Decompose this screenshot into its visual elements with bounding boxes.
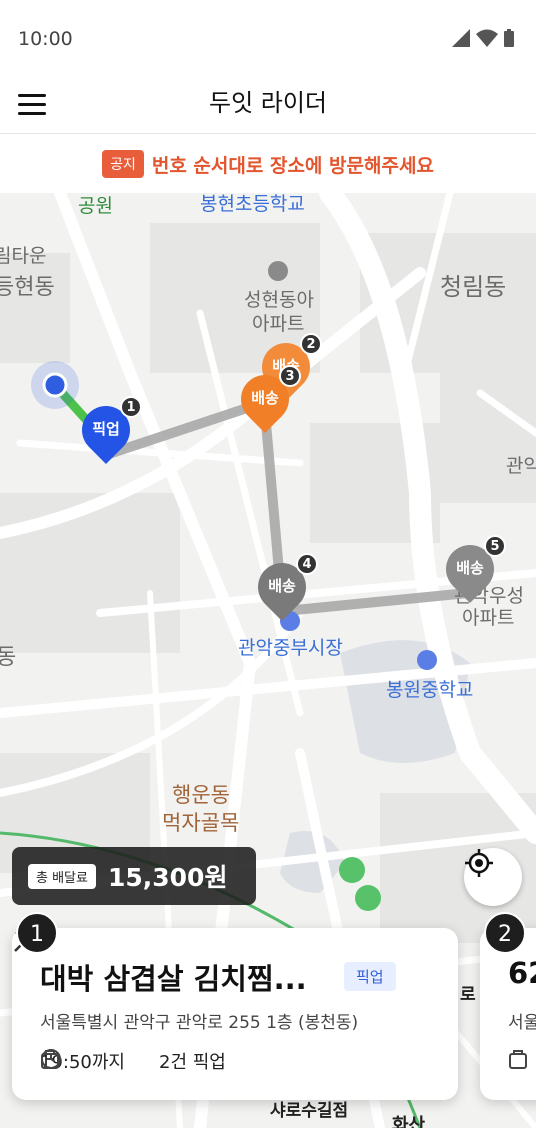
map-label-seonghyeon-apt-1: 성현동아 [244,289,314,311]
map-label-bonghyeon-school: 봉현초등학교 [200,193,305,215]
signal-icon [452,29,470,47]
map-label-gwanak-right: 관악 [506,455,536,477]
map-label-haengun-1: 행운동 [172,783,230,807]
route-pin-5[interactable]: 배송 5 [436,535,506,605]
map-label-seonghyeon-apt-2: 아파트 [252,313,305,335]
pickup-tag: 픽업 [344,962,396,991]
map-label-gwanak-apt-2: 아파트 [462,607,515,629]
map-label-bongwon-school: 봉원중학교 [386,679,474,701]
order-card-1[interactable]: 대박 삼겹살 김치찜... 픽업 서울특별시 관악구 관악로 255 1층 (봉… [12,928,458,1100]
page-title: 두잇 라이더 [208,89,328,117]
crosshair-icon [465,849,493,877]
map-label-ro: 로 [460,985,476,1005]
total-fee-chip: 총 배달료 15,300원 [12,847,256,905]
my-location-button[interactable] [464,848,522,906]
status-icons [452,29,514,47]
battery-icon [504,29,514,47]
map-label-park: 공원 [78,195,113,217]
map-label-sharosu: 샤로수길점 [270,1101,349,1121]
route-pin-4[interactable]: 배송 4 [248,553,318,623]
route-map[interactable]: 공원 봉현초등학교 림타운 등현동 성현동아 아파트 청림동 관악 관악중부시장… [0,193,536,1128]
order-card-meta: 19:50까지 2건 픽업 [40,1048,226,1074]
order-card-2[interactable]: 62 서울 [480,928,536,1100]
app-header: 두잇 라이더 [0,78,536,134]
order-card-number-2: 2 [484,912,526,954]
order-card-address: 서울특별시 관악구 관악로 255 1층 (봉천동) [40,1013,359,1033]
bag-icon [41,1050,59,1069]
status-bar: 10:00 [0,0,536,78]
total-fee-label: 총 배달료 [28,863,96,889]
map-label-cheongnim: 청림동 [440,273,507,301]
notice-bar: 공지 번호 순서대로 장소에 방문해주세요 [0,135,536,193]
map-label-hwasan: 화산 [392,1115,426,1128]
bag-icon [509,1050,527,1069]
map-label-dong-left2: 동 [0,645,17,670]
map-label-dong-left: 등현동 [0,275,55,300]
order-card-title: 62 [508,956,536,990]
total-fee-amount: 15,300원 [107,863,228,892]
order-card-title: 대박 삼겹살 김치찜... [40,962,307,996]
wifi-icon [476,29,498,47]
notice-text: 번호 순서대로 장소에 방문해주세요 [151,154,434,177]
map-label-haengun-2: 먹자골목 [162,811,240,835]
order-card-address: 서울 [508,1013,536,1033]
order-pickup-count: 2건 픽업 [159,1052,226,1073]
order-card-number-1: 1 [16,912,58,954]
status-time: 10:00 [18,28,73,50]
route-pin-1[interactable]: 픽업 1 [72,396,142,466]
notice-badge: 공지 [102,150,144,178]
route-pin-3[interactable]: 배송 3 [231,365,301,435]
map-label-gwanak-market: 관악중부시장 [238,637,343,659]
map-label-hilltown: 림타운 [0,245,47,267]
